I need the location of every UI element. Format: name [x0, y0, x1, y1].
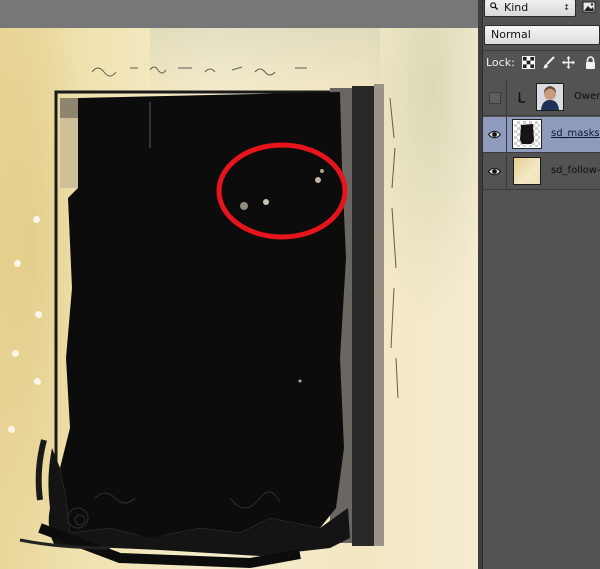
canvas-area[interactable] — [0, 0, 478, 569]
divider — [483, 50, 600, 51]
mask-thumbnail — [520, 124, 534, 144]
lock-all-icon[interactable] — [584, 56, 597, 69]
blend-mode-select[interactable]: Normal — [484, 25, 600, 45]
layer-name[interactable]: Owen — [574, 91, 600, 102]
clipping-mask-arrow-icon — [518, 92, 525, 103]
image-filter-icon[interactable] — [582, 0, 596, 14]
visibility-toggle[interactable] — [483, 80, 507, 116]
layer-name[interactable]: sd_follow- — [551, 165, 600, 176]
document-canvas[interactable] — [0, 28, 478, 569]
lock-image-pixels-icon[interactable] — [542, 56, 555, 69]
filter-kind-label: Kind — [504, 1, 529, 14]
visibility-off-box — [489, 92, 501, 104]
visibility-toggle[interactable] — [483, 117, 507, 153]
lock-position-icon[interactable] — [562, 56, 575, 69]
layer-thumbnail[interactable] — [536, 83, 564, 111]
eye-icon — [488, 130, 501, 139]
eye-icon — [488, 167, 501, 176]
layer-name[interactable]: sd_masks — [551, 128, 600, 139]
layers-panel: Kind ↕ Normal Lock: Owen sd_masks sd_fol… — [478, 0, 600, 569]
mask-frame-graphic — [19, 66, 399, 569]
lock-transparent-pixels-icon[interactable] — [522, 56, 535, 69]
photo-thumbnail — [537, 84, 563, 110]
chevron-updown-icon: ↕ — [563, 3, 570, 12]
mask-layer-artwork — [0, 28, 478, 569]
layer-filter-row: Kind ↕ — [484, 0, 600, 22]
visibility-toggle[interactable] — [483, 154, 507, 190]
lock-row: Lock: — [484, 54, 600, 72]
layer-row-sd-masks[interactable]: sd_masks — [483, 117, 600, 153]
lock-label: Lock: — [486, 56, 515, 69]
layer-thumbnail[interactable] — [513, 157, 541, 185]
layer-thumbnail[interactable] — [512, 119, 542, 149]
layer-filter-kind-select[interactable]: Kind ↕ — [484, 0, 576, 17]
layer-row-owen[interactable]: Owen — [483, 80, 600, 116]
layer-row-sd-follow[interactable]: sd_follow- — [483, 154, 600, 190]
search-icon — [490, 2, 498, 10]
